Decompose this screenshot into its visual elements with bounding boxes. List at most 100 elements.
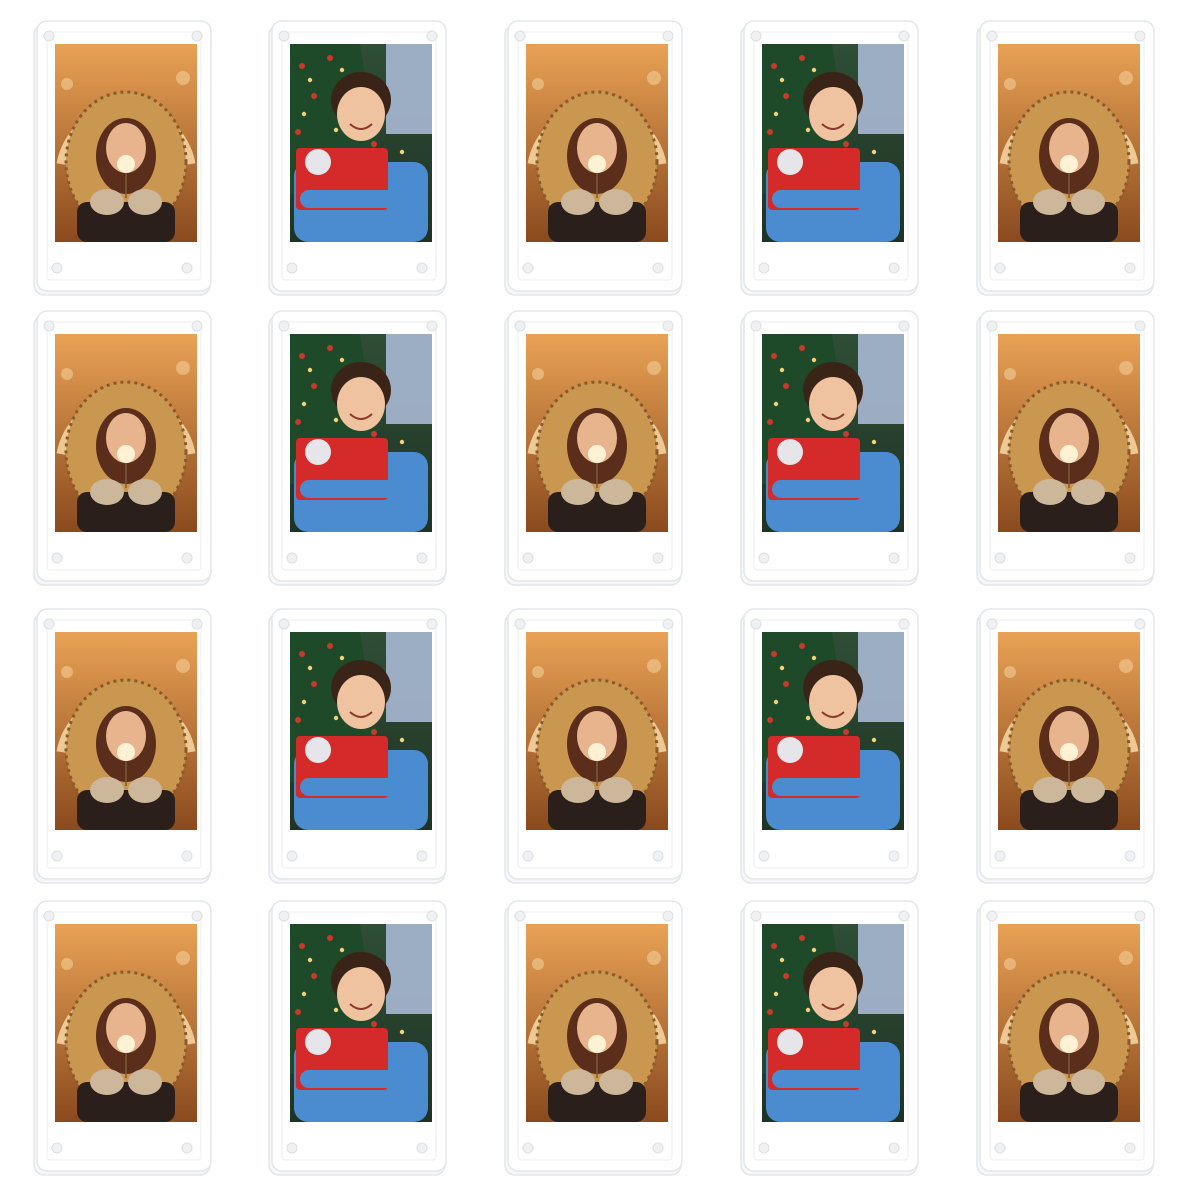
tree-ornament (327, 55, 333, 61)
magnet-dot (514, 320, 526, 332)
window (386, 924, 432, 1014)
arm (772, 190, 876, 208)
right-mitten (599, 189, 633, 215)
magnet-photo-frame (33, 900, 213, 1176)
magnet-dot (416, 262, 428, 274)
bokeh-light (1119, 951, 1133, 965)
magnet-dot (662, 910, 674, 922)
magnet-photo-frame (504, 20, 684, 296)
tree-light (773, 699, 779, 705)
bokeh-light (1119, 71, 1133, 85)
tree-light (399, 149, 405, 155)
magnet-dot (514, 618, 526, 630)
right-mitten (128, 479, 162, 505)
magnet-dot (994, 1142, 1006, 1154)
tree-light (301, 699, 307, 705)
sparkler-glow (588, 1035, 606, 1053)
tree-light (779, 957, 785, 963)
magnet-dot (181, 1142, 193, 1154)
magnet-dot (191, 910, 203, 922)
bokeh-light (176, 71, 190, 85)
sparkler-glow (117, 743, 135, 761)
sparkler-glow (588, 155, 606, 173)
left-mitten (1033, 1069, 1067, 1095)
window (386, 44, 432, 134)
left-mitten (1033, 189, 1067, 215)
bokeh-light (1119, 361, 1133, 375)
tree-ornament (311, 973, 317, 979)
tree-light (301, 401, 307, 407)
sparkler-glow (1060, 1035, 1078, 1053)
photo-boy-with-gift (762, 632, 904, 830)
frame-graphic (268, 608, 447, 884)
face (337, 87, 385, 141)
right-mitten (1071, 189, 1105, 215)
photo-girl-in-fur-hood (55, 44, 197, 242)
tree-ornament (799, 345, 805, 351)
bokeh-light (532, 368, 544, 380)
gift-bow (305, 737, 331, 763)
right-mitten (599, 479, 633, 505)
arm (300, 1070, 404, 1088)
magnet-dot (652, 850, 664, 862)
frame-graphic (976, 900, 1155, 1176)
magnet-dot (662, 30, 674, 42)
left-mitten (1033, 777, 1067, 803)
bokeh-light (532, 958, 544, 970)
bokeh-light (647, 659, 661, 673)
gift-bow (305, 149, 331, 175)
coat (1020, 492, 1118, 532)
photo-girl-in-fur-hood (526, 334, 668, 532)
face (809, 675, 857, 729)
magnet-dot (758, 850, 770, 862)
magnet-dot (51, 850, 63, 862)
sparkler-glow (117, 155, 135, 173)
tree-ornament (295, 419, 301, 425)
bokeh-light (61, 666, 73, 678)
coat (548, 202, 646, 242)
magnet-photo-frame (740, 20, 920, 296)
left-mitten (90, 479, 124, 505)
magnet-photo-frame (268, 608, 448, 884)
window (386, 632, 432, 722)
tree-light (811, 947, 817, 953)
magnet-dot (278, 618, 290, 630)
magnet-dot (662, 320, 674, 332)
tree-ornament (299, 943, 305, 949)
magnet-dot (986, 618, 998, 630)
magnet-dot (51, 552, 63, 564)
bokeh-light (1004, 368, 1016, 380)
magnet-dot (750, 618, 762, 630)
photo-girl-in-fur-hood (998, 924, 1140, 1122)
bokeh-light (1004, 78, 1016, 90)
gift-bow (777, 1029, 803, 1055)
left-mitten (1033, 479, 1067, 505)
gift-bow (777, 439, 803, 465)
tree-light (307, 665, 313, 671)
frame-graphic (268, 20, 447, 296)
right-mitten (128, 189, 162, 215)
magnet-dot (514, 910, 526, 922)
tree-light (333, 127, 339, 133)
magnet-dot (426, 30, 438, 42)
face (337, 675, 385, 729)
face (809, 87, 857, 141)
magnet-photo-frame (268, 310, 448, 586)
magnet-photo-frame (976, 310, 1156, 586)
right-mitten (1071, 777, 1105, 803)
window (858, 632, 904, 722)
left-mitten (561, 777, 595, 803)
magnet-photo-frame (504, 310, 684, 586)
frame-graphic (33, 900, 212, 1176)
sparkler-glow (588, 743, 606, 761)
tree-ornament (843, 431, 849, 437)
magnet-dot (278, 30, 290, 42)
tree-ornament (327, 345, 333, 351)
coat (1020, 790, 1118, 830)
frame-graphic (33, 310, 212, 586)
magnet-dot (652, 262, 664, 274)
magnet-dot (1134, 618, 1146, 630)
coat (77, 1082, 175, 1122)
tree-ornament (771, 63, 777, 69)
tree-light (301, 991, 307, 997)
